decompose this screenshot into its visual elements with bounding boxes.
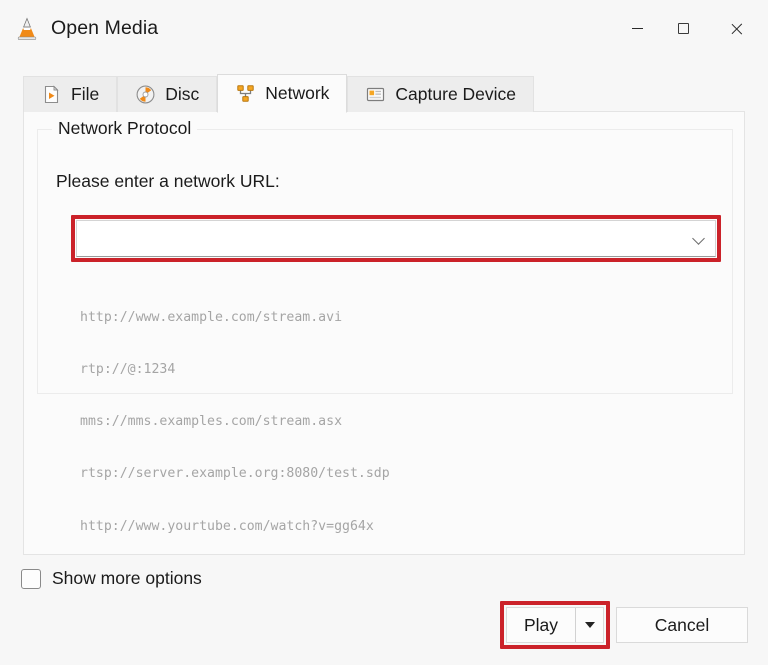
- tab-network[interactable]: Network: [217, 74, 348, 113]
- example-url: rtp://@:1234: [80, 362, 176, 378]
- chevron-down-icon: [693, 233, 704, 244]
- title-bar-left: Open Media: [0, 16, 158, 42]
- tab-capture-device[interactable]: Capture Device: [347, 76, 535, 112]
- caret-down-icon: [584, 622, 595, 628]
- tab-strip: File Disc Network Capture Device: [23, 74, 535, 113]
- url-prompt-label: Please enter a network URL:: [56, 171, 280, 191]
- window-title: Open Media: [51, 17, 159, 39]
- play-button-label: Play: [523, 614, 559, 635]
- show-more-options-checkbox[interactable]: [21, 568, 41, 589]
- network-url-combobox[interactable]: [76, 220, 716, 257]
- example-urls-list: http://www.example.com/stream.avi rtp://…: [80, 274, 390, 570]
- window-controls: [614, 0, 768, 57]
- file-play-icon: [41, 84, 62, 105]
- close-button[interactable]: [706, 0, 768, 57]
- tab-capture-device-label: Capture Device: [395, 84, 517, 104]
- title-bar: Open Media: [0, 0, 768, 57]
- example-url: rtsp://server.example.org:8080/test.sdp: [80, 466, 390, 482]
- tab-file-label: File: [71, 84, 100, 104]
- show-more-options-label: Show more options: [52, 568, 202, 588]
- minimize-icon: [631, 27, 643, 30]
- disc-icon: [135, 84, 156, 105]
- network-tab-panel: Network Protocol Please enter a network …: [23, 111, 745, 555]
- capture-card-icon: [365, 84, 386, 105]
- example-url: http://www.example.com/stream.avi: [80, 309, 343, 325]
- tab-disc[interactable]: Disc: [117, 76, 218, 112]
- vlc-cone-icon: [14, 16, 40, 42]
- tab-file[interactable]: File: [23, 76, 118, 112]
- show-more-options-row[interactable]: Show more options: [21, 568, 202, 589]
- cancel-button-label: Cancel: [654, 614, 710, 635]
- network-icon: [235, 83, 256, 104]
- network-protocol-label: Network Protocol: [52, 118, 198, 139]
- maximize-button[interactable]: [660, 0, 706, 57]
- play-dropdown-button[interactable]: [575, 608, 603, 642]
- tab-disc-label: Disc: [165, 84, 200, 104]
- cancel-button[interactable]: Cancel: [616, 607, 748, 643]
- close-icon: [730, 22, 744, 36]
- network-url-input[interactable]: [77, 221, 681, 256]
- minimize-button[interactable]: [614, 0, 660, 57]
- example-url: mms://mms.examples.com/stream.asx: [80, 414, 343, 430]
- maximize-icon: [677, 23, 689, 34]
- example-url: http://www.yourtube.com/watch?v=gg64x: [80, 518, 374, 534]
- tab-network-label: Network: [265, 83, 330, 103]
- network-protocol-group: Network Protocol Please enter a network …: [37, 118, 733, 534]
- url-dropdown-button[interactable]: [681, 221, 715, 256]
- play-button[interactable]: Play: [506, 607, 604, 643]
